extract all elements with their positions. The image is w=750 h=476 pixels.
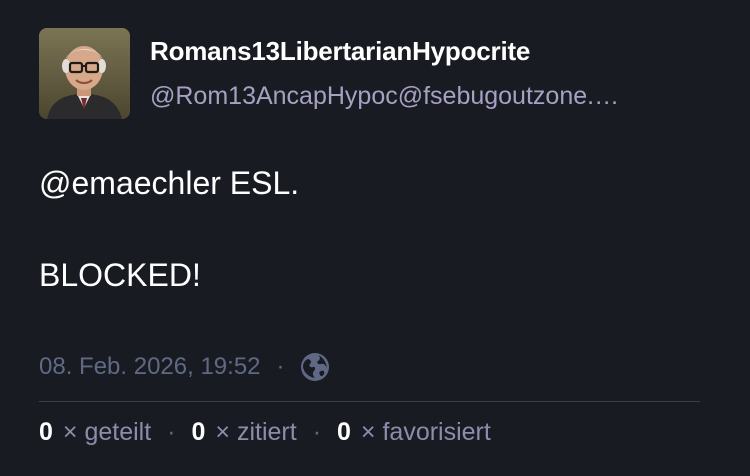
avatar-image [39, 28, 130, 119]
favourites-label: × favorisiert [360, 418, 491, 446]
status-meta: 08. Feb. 2026, 19:52 · [39, 347, 331, 387]
status-content: @emaechler ESL. BLOCKED! [39, 160, 719, 344]
content-text: ESL. [220, 165, 300, 201]
quotes-label: × zitiert [215, 418, 297, 446]
stats-separator: · [312, 418, 322, 446]
meta-separator: · [276, 353, 285, 380]
globe-icon [299, 351, 331, 383]
boosts-stat[interactable]: 0 × geteilt [39, 418, 151, 447]
status-stats: 0 × geteilt · 0 × zitiert · 0 × favorisiert [39, 418, 491, 447]
favourites-stat[interactable]: 0 × favorisiert [337, 418, 491, 447]
stats-separator: · [167, 418, 176, 446]
avatar[interactable] [39, 28, 130, 119]
favourites-count: 0 [337, 418, 351, 446]
display-name[interactable]: Romans13LibertarianHypocrite [150, 36, 530, 67]
quotes-stat[interactable]: 0 × zitiert [192, 418, 297, 447]
boosts-count: 0 [39, 418, 53, 446]
quotes-count: 0 [191, 418, 206, 446]
account-handle[interactable]: @Rom13AncapHypoc@fsebugoutzone.… [150, 82, 700, 111]
mention-link[interactable]: @emaechler [39, 165, 221, 201]
divider [39, 401, 700, 402]
timestamp-link[interactable]: 08. Feb. 2026, 19:52 [39, 353, 261, 381]
content-line-2: BLOCKED! [39, 257, 201, 293]
boosts-label: × geteilt [62, 418, 152, 446]
status-card: Romans13LibertarianHypocrite @Rom13Ancap… [0, 0, 750, 476]
content-line-1: @emaechler ESL. [39, 160, 719, 206]
